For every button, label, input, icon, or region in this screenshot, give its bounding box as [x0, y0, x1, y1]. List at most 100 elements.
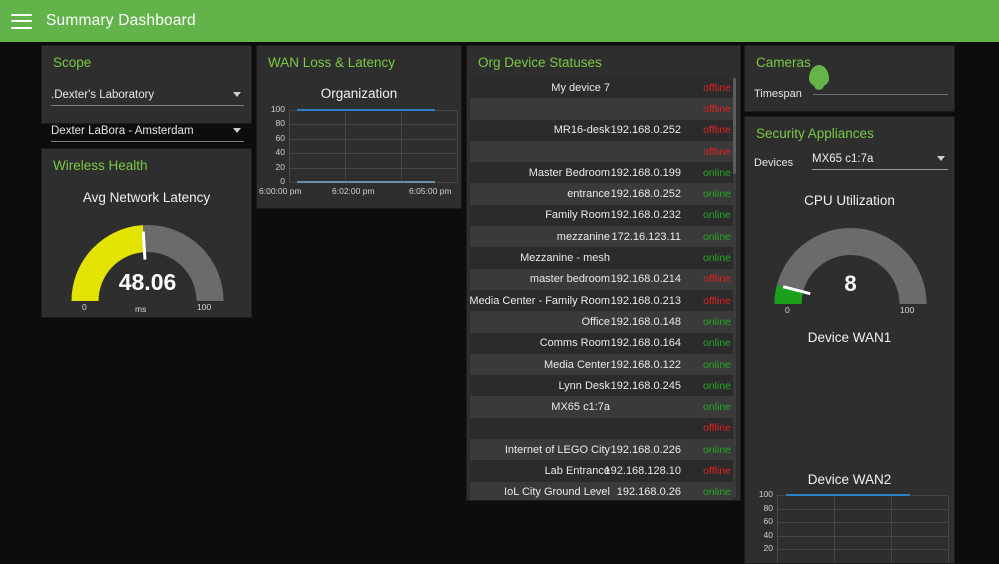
device-status-badge: offline: [703, 422, 731, 435]
cpu-utilization-label: CPU Utilization: [804, 193, 895, 208]
device-name: My device 7: [551, 81, 610, 94]
device-name: Comms Room: [539, 337, 610, 350]
devices-select-underline: [812, 169, 948, 170]
devices-select[interactable]: MX65 c1:7a: [812, 153, 948, 170]
gridline: [289, 138, 457, 140]
scope-panel: Scope .Dexter's Laboratory Dexter LaBora…: [41, 45, 252, 142]
hamburger-icon[interactable]: [11, 13, 32, 29]
slider-thumb-dot: [814, 80, 824, 90]
device-ip: 192.168.0.252: [610, 124, 681, 137]
device-row[interactable]: Mezzanine - mesh online: [470, 247, 733, 269]
gridline: [948, 495, 949, 563]
device-wan2-label: Device WAN2: [807, 472, 892, 487]
wan-loss-latency-panel: WAN Loss & Latency Organization 0 20 40 60 8…: [256, 45, 462, 209]
device-status-badge: online: [702, 209, 731, 222]
timespan-slider-thumb[interactable]: [809, 65, 829, 91]
device-status-badge: online: [702, 252, 731, 265]
gauge-needle: [141, 231, 147, 260]
gauge-svg: [774, 228, 927, 305]
device-row[interactable]: My device 7 offline: [470, 77, 733, 99]
series-line: [297, 109, 436, 111]
device-name: Office: [581, 315, 610, 328]
gauge-unit-label: ms: [135, 304, 147, 314]
device-row[interactable]: Master Bedroom 192.168.0.199 online: [470, 162, 733, 184]
device-name: IoL City Ground Level: [504, 486, 610, 499]
device-wan2-line-chart: 20 40 60 80 100: [745, 489, 956, 564]
gridline: [891, 495, 892, 563]
network-select[interactable]: Dexter LaBora - Amsterdam: [51, 125, 244, 142]
series-line: [785, 494, 911, 496]
devices-label: Devices: [754, 157, 794, 169]
device-ip: 192.168.0.26: [616, 486, 681, 499]
devices-panel-title: Org Device Statuses: [478, 55, 602, 70]
gridline: [834, 495, 835, 563]
gauge-max-label: 100: [197, 302, 212, 312]
device-row[interactable]: IoL City Ground Level 192.168.0.26 online: [470, 481, 733, 500]
device-row[interactable]: Lynn Desk 192.168.0.245 online: [470, 375, 733, 397]
y-tick-label: 20: [763, 543, 773, 554]
y-tick-label: 80: [763, 502, 773, 513]
avg-network-latency-gauge: 48.06 0 ms 100: [69, 211, 226, 314]
device-row[interactable]: entrance 192.168.0.252 online: [470, 183, 733, 205]
gridline: [289, 124, 457, 126]
device-name: Media Center: [543, 358, 610, 371]
device-status-badge: online: [702, 315, 731, 328]
gridline: [289, 167, 457, 169]
device-status-badge: online: [702, 337, 731, 350]
device-name: entrance: [567, 188, 610, 201]
device-row[interactable]: offline: [470, 417, 733, 440]
device-ip: 192.168.0.232: [610, 209, 681, 222]
device-row[interactable]: Media Center 192.168.0.122 online: [470, 353, 733, 376]
y-tick-label: 100: [270, 104, 285, 114]
gridline: [289, 110, 290, 182]
y-tick-label: 100: [758, 489, 773, 499]
gridline: [401, 110, 402, 182]
device-status-badge: online: [702, 443, 731, 456]
device-ip: 192.168.0.252: [610, 188, 681, 201]
gridline: [777, 508, 948, 510]
y-tick-label: 60: [763, 516, 773, 527]
device-row[interactable]: MR16-desk 192.168.0.252 offline: [470, 119, 733, 141]
chevron-down-icon: [233, 92, 241, 97]
device-row[interactable]: Family Room 192.168.0.232 online: [470, 204, 733, 227]
device-row[interactable]: Comms Room 192.168.0.164 online: [470, 332, 733, 354]
dashboard-root: Summary Dashboard Scope .Dexter's Labora…: [0, 0, 999, 564]
device-row[interactable]: offline: [470, 98, 733, 120]
device-status-badge: offline: [703, 145, 731, 158]
x-tick-label: 6:02:00 pm: [332, 186, 375, 196]
organization-select[interactable]: .Dexter's Laboratory: [51, 89, 244, 106]
device-row[interactable]: Media Center - Family Room 192.168.0.213 o…: [469, 289, 733, 312]
device-list-scrollbar-thumb[interactable]: [733, 78, 736, 174]
device-row[interactable]: Internet of LEGO City 192.168.0.226 online: [470, 439, 733, 461]
gauge-svg: [71, 225, 224, 302]
organization-select-underline: [51, 105, 244, 106]
device-row[interactable]: Office 192.168.0.148 online: [470, 311, 733, 333]
page-title: Summary Dashboard: [46, 12, 196, 29]
security-appliances-panel: Security Appliances Devices MX65 c1:7a C…: [744, 116, 955, 564]
device-status-badge: online: [702, 166, 731, 179]
chevron-down-icon: [937, 156, 945, 161]
timespan-slider-row: Timespan: [754, 65, 948, 101]
device-row[interactable]: Lab Entrance 192.168.128.10 offline: [470, 460, 733, 482]
timespan-slider-track[interactable]: [813, 94, 948, 95]
network-select-underline: [51, 141, 244, 142]
device-ip: 192.168.0.122: [610, 358, 681, 371]
device-row[interactable]: mezzanine 172.16.123.11 online: [470, 226, 733, 248]
network-select-value: Dexter LaBora - Amsterdam: [51, 125, 194, 137]
device-status-badge: offline: [703, 464, 731, 477]
y-tick-label: 20: [275, 161, 285, 172]
device-status-list[interactable]: My device 7 offline offline MR16-desk 192.16…: [469, 77, 733, 500]
scope-panel-title: Scope: [53, 55, 92, 70]
wireless-health-panel-title: Wireless Health: [53, 158, 148, 173]
device-row[interactable]: MX65 c1:7a online: [470, 396, 733, 418]
avg-network-latency-label: Avg Network Latency: [82, 190, 211, 205]
device-row[interactable]: master bedroom 192.168.0.214 offline: [470, 268, 733, 290]
device-name: MX65 c1:7a: [551, 401, 610, 414]
device-status-badge: offline: [703, 124, 731, 137]
device-ip: 172.16.123.11: [611, 230, 681, 243]
device-row[interactable]: offline: [470, 140, 733, 163]
wan-panel-title: WAN Loss & Latency: [268, 55, 396, 70]
gridline: [777, 549, 948, 551]
device-name: master bedroom: [529, 273, 610, 286]
gridline: [777, 535, 948, 537]
